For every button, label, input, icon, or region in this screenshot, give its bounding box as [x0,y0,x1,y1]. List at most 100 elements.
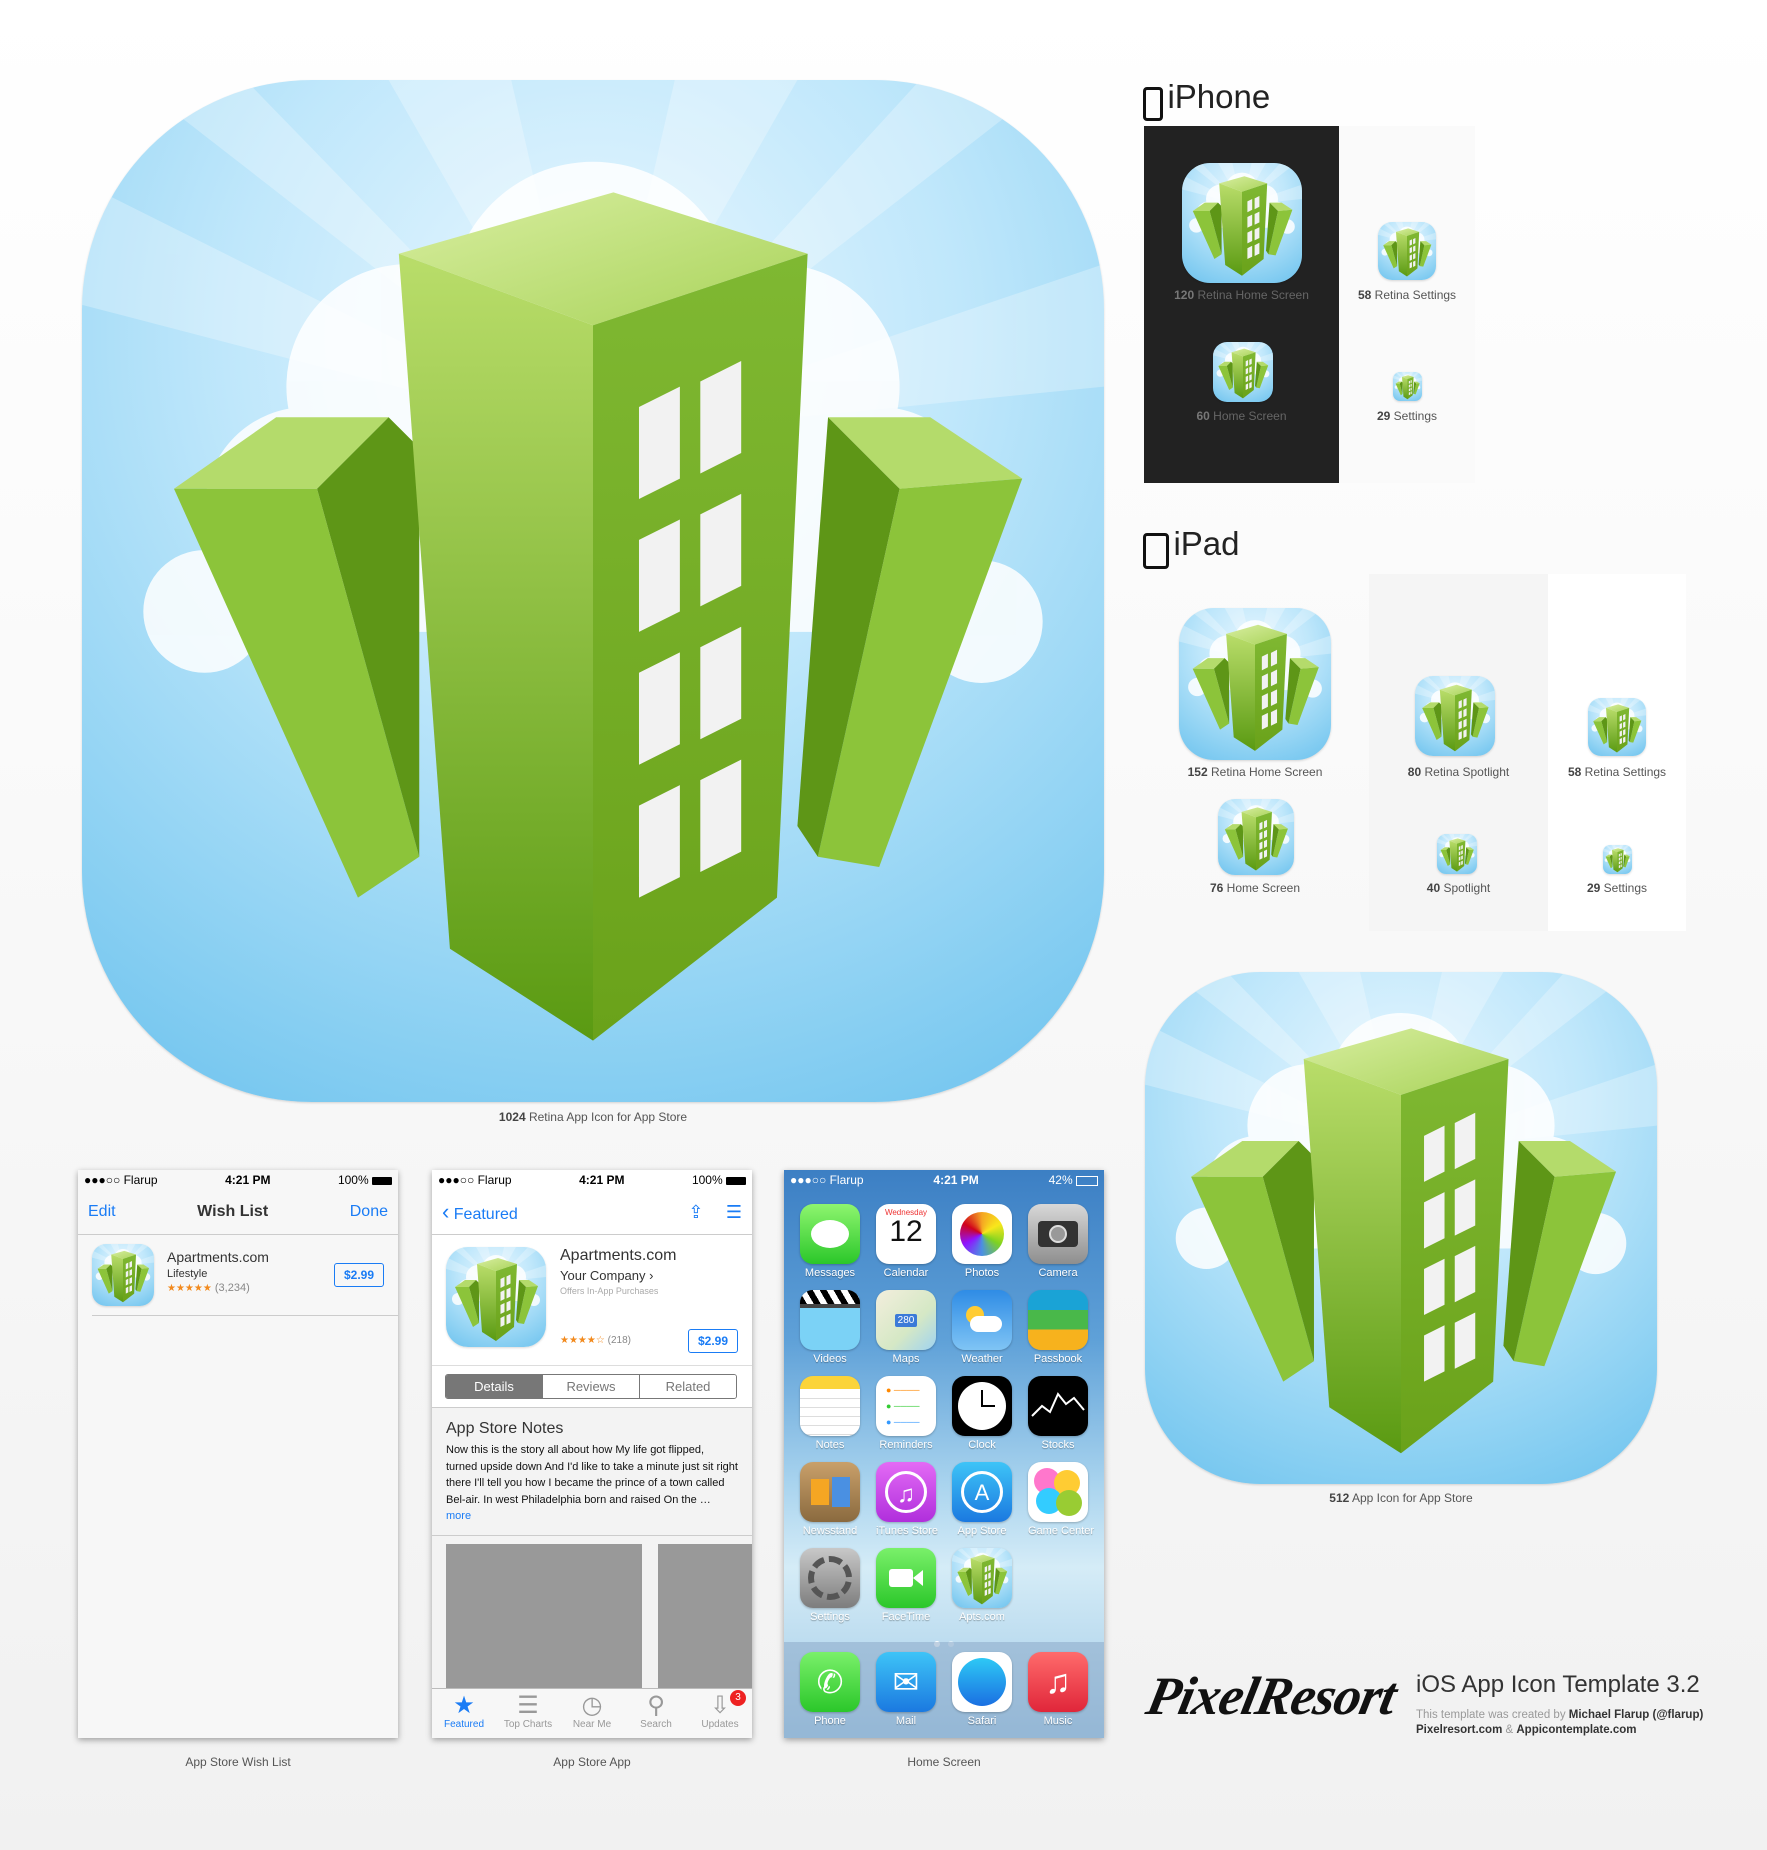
battery-label: 100% [692,1173,746,1187]
segment-details[interactable]: Details [446,1375,542,1398]
building-artwork [1378,222,1436,280]
caption-home-screen: Home Screen [907,1755,981,1769]
app-messages[interactable]: Messages [800,1204,860,1279]
app-facetime[interactable]: FaceTime [876,1548,936,1623]
notes-section: App Store Notes Now this is the story al… [432,1408,752,1536]
app-notes[interactable]: Notes [800,1376,860,1451]
gear-icon [800,1548,860,1608]
segment-related[interactable]: Related [639,1375,736,1398]
caption-29: 29 Settings [1376,409,1438,423]
carrier-label: ●●●○○ Flarup [790,1173,864,1187]
app-itunes-store[interactable]: ♫ iTunes Store [876,1462,938,1537]
phone-icon: ✆ [816,1664,844,1700]
tab-updates[interactable]: ⇩ Updates 3 [688,1689,752,1738]
building-artwork [446,1247,546,1347]
video-camera-icon [876,1548,936,1608]
building-artwork [1218,799,1294,875]
detail-segmented-control: Details Reviews Related [445,1374,737,1399]
more-link[interactable]: more [446,1510,471,1522]
template-title: iOS App Icon Template 3.2 [1416,1671,1700,1698]
ticket-icon [1028,1290,1088,1350]
tab-search[interactable]: ⚲ Search [624,1689,688,1738]
building-artwork [1393,372,1422,401]
clock-label: 4:21 PM [225,1173,271,1187]
ipad-device-icon [1143,532,1169,569]
credits-line-1: This template was created by Michael Fla… [1416,1709,1704,1721]
price-button[interactable]: $2.99 [333,1263,384,1287]
caption-120: 120 Retina Home Screen [1174,288,1309,302]
app-name: Apartments.com [167,1249,269,1265]
calendar-day: 12 [889,1215,923,1248]
caption-58: 58 Retina Settings [1357,288,1457,302]
chevron-left-icon: ‹ [442,1199,450,1224]
app-store-icon: A [952,1462,1012,1522]
list-icon: ☰ [517,1692,539,1719]
building-artwork [1437,834,1477,874]
building-artwork [1179,608,1331,760]
app-category: Lifestyle [167,1268,208,1280]
notepad-icon [800,1390,860,1436]
app-settings[interactable]: Settings [800,1548,860,1623]
building-artwork [82,80,1104,1102]
share-icon[interactable]: ⇪ [688,1202,703,1222]
appstore-navbar: ‹ Featured ⇪ ☰ [432,1190,752,1235]
building-artwork [1603,845,1632,874]
icon-60 [1213,342,1273,402]
icon-80 [1415,676,1495,756]
carrier-label: ●●●○○ Flarup [438,1173,512,1187]
app-photos[interactable]: Photos [952,1204,1012,1279]
app-videos[interactable]: Videos [800,1290,860,1365]
app-maps[interactable]: 280 Maps [876,1290,936,1365]
status-bar: ●●●○○ Flarup 4:21 PM 42% [784,1170,1104,1190]
dock-mail[interactable]: ✉ Mail [876,1652,936,1727]
segment-reviews[interactable]: Reviews [542,1375,639,1398]
compass-icon: ◷ [581,1692,603,1719]
battery-label: 42% [1049,1173,1098,1187]
speech-bubble-icon [800,1204,860,1264]
pixelresort-logo: PixelResort [1141,1666,1402,1726]
price-button[interactable]: $2.99 [687,1329,738,1353]
app-clock[interactable]: Clock [952,1376,1012,1451]
done-button[interactable]: Done [350,1203,388,1221]
company-link[interactable]: Your Company › [560,1268,653,1283]
status-bar: ●●●○○ Flarup 4:21 PM 100% [432,1170,752,1190]
app-camera[interactable]: Camera [1028,1204,1088,1279]
app-app-store[interactable]: A App Store [952,1462,1012,1537]
icon-152 [1179,608,1331,760]
tab-featured[interactable]: ★ Featured [432,1689,496,1738]
tab-top-charts[interactable]: ☰ Top Charts [496,1689,560,1738]
edit-button[interactable]: Edit [88,1203,116,1221]
app-reminders[interactable]: ● ──── ● ──── ● ──── Reminders [876,1376,936,1451]
cloud-sun-icon [952,1290,1012,1350]
app-apts-com[interactable]: Apts.com [952,1548,1012,1623]
icon-120 [1182,163,1302,283]
wishlist-screen: ●●●○○ Flarup 4:21 PM 100% Edit Wish List… [78,1170,398,1738]
wishlist-title: Wish List [197,1203,269,1220]
building-artwork [952,1548,1012,1608]
envelope-icon: ✉ [892,1664,920,1700]
app-newsstand[interactable]: Newsstand [800,1462,860,1537]
updates-badge: 3 [730,1690,746,1706]
app-weather[interactable]: Weather [952,1290,1012,1365]
wishlist-row[interactable]: Apartments.com Lifestyle ★★★★★ (3,234) $… [92,1235,398,1316]
list-icon[interactable]: ☰ [726,1202,742,1222]
tab-bar: ★ Featured ☰ Top Charts ◷ Near Me ⚲ Search ⇩… [432,1688,752,1738]
building-artwork [1588,698,1646,756]
tab-near-me[interactable]: ◷ Near Me [560,1689,624,1738]
stock-chart-icon [1028,1376,1088,1436]
caption-40: 40 Spotlight [1426,881,1491,895]
app-passbook[interactable]: Passbook [1028,1290,1088,1365]
appstore-screen: ●●●○○ Flarup 4:21 PM 100% ‹ Featured ⇪ ☰… [432,1170,752,1738]
dock-music[interactable]: ♫ Music [1028,1652,1088,1727]
caption-ipad-58: 58 Retina Settings [1567,765,1667,779]
app-calendar[interactable]: Wednesday 12 Calendar [876,1204,936,1279]
ipad-section-title: iPad [1143,525,1240,569]
caption-152: 152 Retina Home Screen [1187,765,1323,779]
dock-phone[interactable]: ✆ Phone [800,1652,860,1727]
app-stocks[interactable]: Stocks [1028,1376,1088,1451]
caption-appstore: App Store App [553,1755,631,1769]
dock-safari[interactable]: Safari [952,1652,1012,1727]
back-button[interactable]: ‹ Featured [442,1199,518,1225]
app-rating: ★★★★☆ (218) [560,1335,631,1346]
app-game-center[interactable]: Game Center [1028,1462,1094,1537]
